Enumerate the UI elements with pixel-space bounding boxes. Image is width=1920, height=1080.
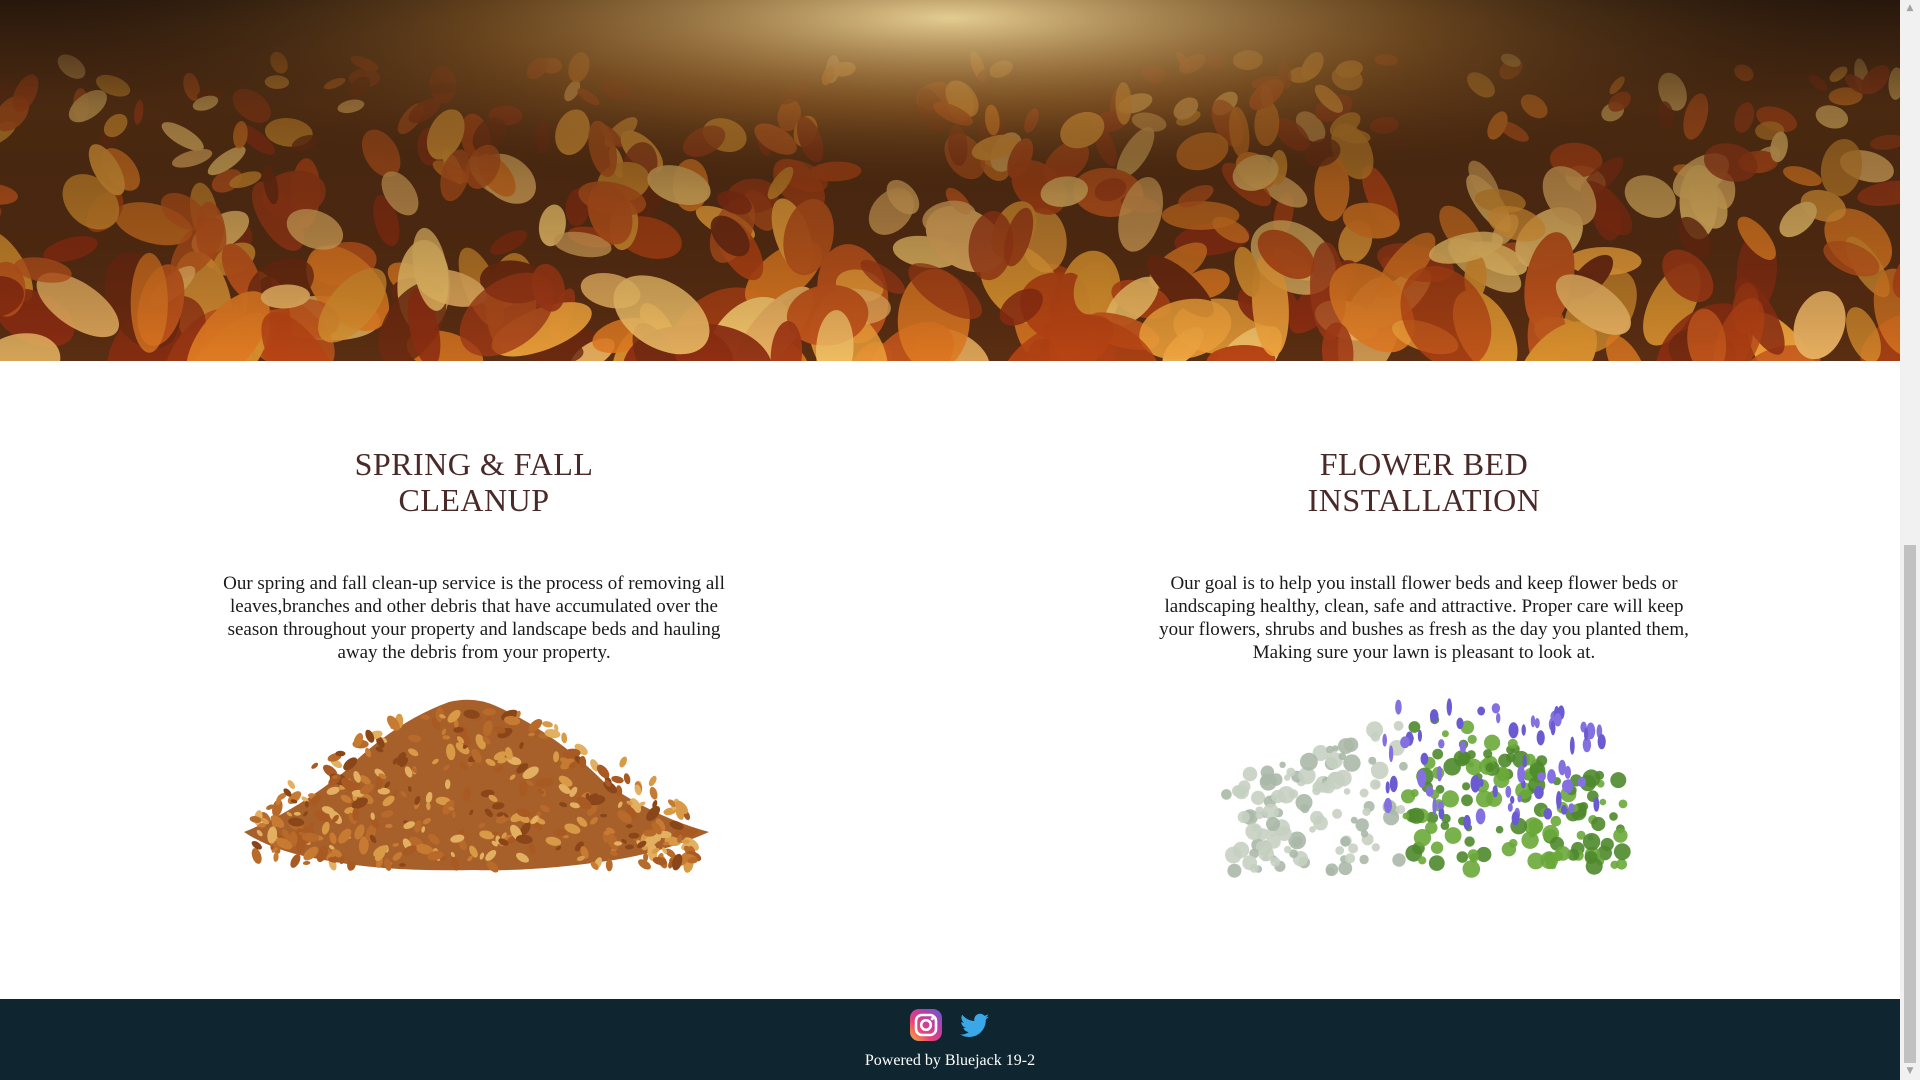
autumn-leaves-image — [0, 0, 1900, 361]
scrollbar-thumb[interactable] — [1904, 545, 1916, 1063]
footer: Powered by Bluejack 19-2 — [0, 999, 1900, 1080]
page: SPRING & FALL CLEANUP Our spring and fal… — [0, 0, 1900, 1080]
service-title-line: CLEANUP — [398, 482, 550, 518]
leaf-pile-image — [234, 692, 714, 902]
vertical-scrollbar[interactable]: ▲ ▼ — [1900, 0, 1920, 1080]
scroll-up-arrow-icon[interactable]: ▲ — [1900, 0, 1920, 17]
instagram-icon — [910, 1009, 942, 1041]
service-title: FLOWER BED INSTALLATION — [1144, 446, 1704, 518]
services-section: SPRING & FALL CLEANUP Our spring and fal… — [0, 361, 1900, 999]
service-title: SPRING & FALL CLEANUP — [194, 446, 754, 518]
service-description: Our goal is to help you install flower b… — [1159, 573, 1689, 663]
powered-by-text: Powered by Bluejack 19-2 — [864, 1052, 1036, 1069]
social-links — [908, 1007, 998, 1043]
hero-banner-image — [0, 0, 1900, 361]
service-title-line: FLOWER BED — [1319, 446, 1529, 482]
service-title-line: INSTALLATION — [1307, 482, 1541, 518]
service-description: Our spring and fall clean-up service is … — [223, 573, 725, 663]
service-flower-bed-installation: FLOWER BED INSTALLATION Our goal is to h… — [1144, 361, 1704, 902]
scroll-down-arrow-icon[interactable]: ▼ — [1900, 1063, 1920, 1080]
service-title-line: SPRING & FALL — [354, 446, 594, 482]
twitter-icon — [960, 1013, 989, 1037]
service-spring-fall-cleanup: SPRING & FALL CLEANUP Our spring and fal… — [194, 361, 754, 902]
instagram-link[interactable] — [908, 1007, 944, 1043]
flowering-shrub-image — [1184, 692, 1664, 902]
twitter-link[interactable] — [956, 1007, 992, 1043]
